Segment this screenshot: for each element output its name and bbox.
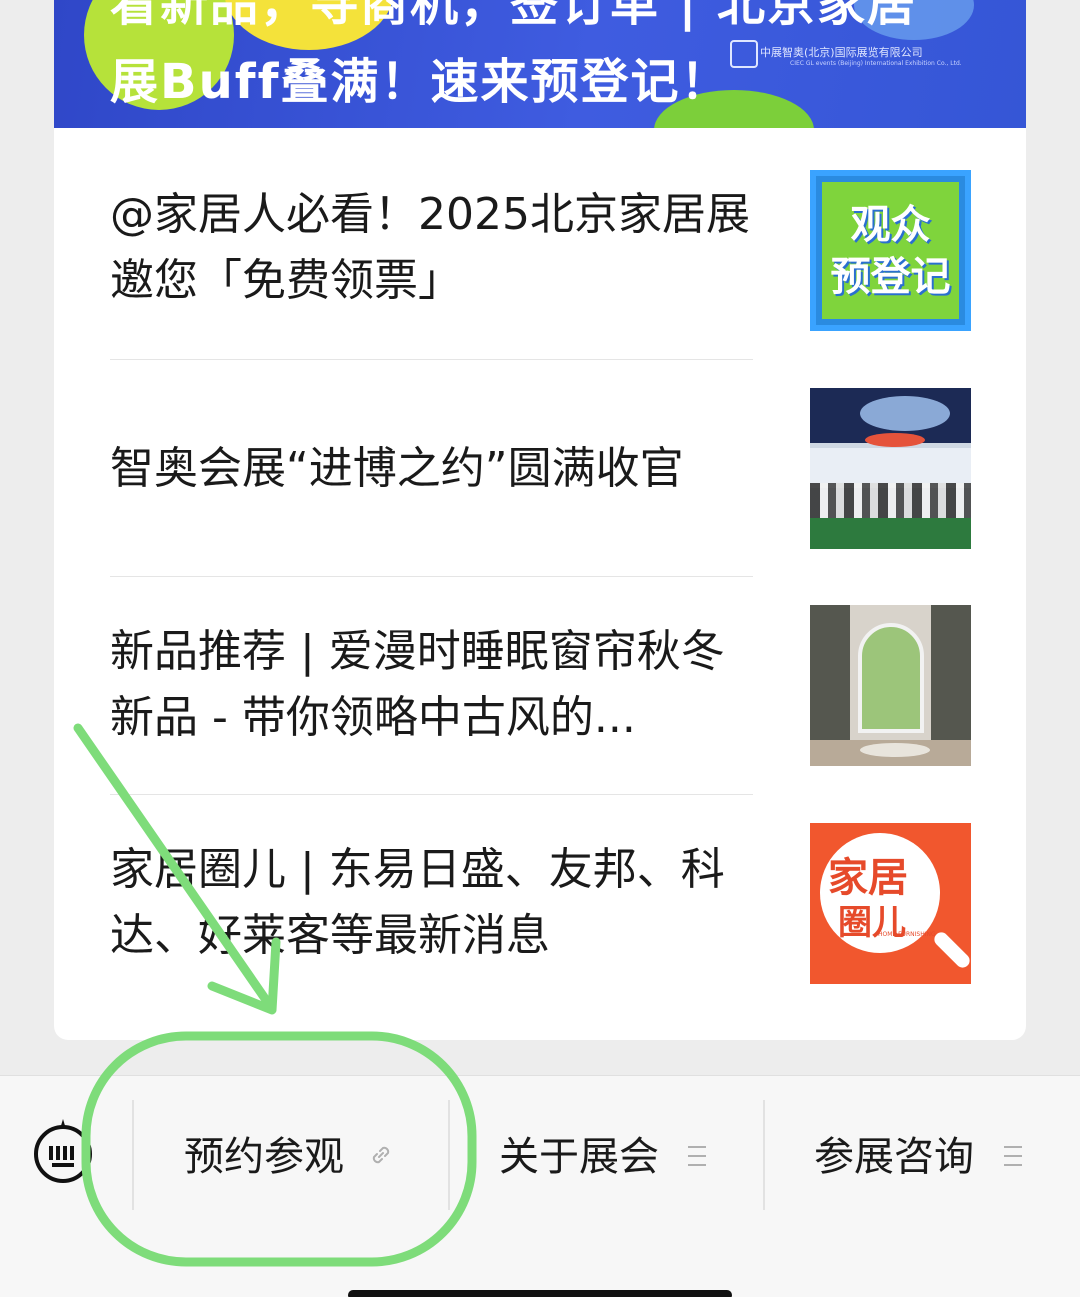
menu-separator	[132, 1100, 134, 1210]
keyboard-icon-part	[52, 1163, 74, 1167]
banner-organizer-en: CIEC GL events (Beijing) International E…	[790, 60, 962, 67]
article-card: 看新品，寻商机，签订单 | 北京家居 展Buff叠满！速来预登记！ 中展智奥(北…	[54, 0, 1026, 1040]
menu-separator	[448, 1100, 450, 1210]
article-thumbnail: 观众 预登记	[810, 170, 971, 331]
submenu-icon	[688, 1146, 706, 1166]
photo-part	[860, 743, 930, 757]
article-thumbnail	[810, 605, 971, 766]
menu-separator	[763, 1100, 765, 1210]
wechat-official-account-page: 看新品，寻商机，签订单 | 北京家居 展Buff叠满！速来预登记！ 中展智奥(北…	[0, 0, 1080, 1297]
article-title: 新品推荐 | 爱漫时睡眠窗帘秋冬新品 - 带你领略中古风的...	[110, 626, 725, 743]
thumbnail-text: HOME FURNISHING	[878, 931, 936, 938]
article-item[interactable]: 新品推荐 | 爱漫时睡眠窗帘秋冬新品 - 带你领略中古风的...	[110, 595, 971, 813]
link-icon	[372, 1146, 390, 1164]
photo-part	[860, 396, 950, 431]
divider	[110, 794, 753, 795]
photo-part	[810, 448, 971, 488]
article-thumbnail	[810, 388, 971, 549]
article-title: 家居圈儿 | 东易日盛、友邦、科达、好莱客等最新消息	[110, 844, 725, 961]
article-item[interactable]: @家居人必看！2025北京家居展邀您「免费领票」 观众 预登记	[110, 160, 971, 378]
thumbnail-text: 预登记	[830, 254, 951, 300]
article-title: @家居人必看！2025北京家居展邀您「免费领票」	[110, 189, 750, 306]
photo-part	[865, 433, 925, 447]
banner-title-line1: 看新品，寻商机，签订单 | 北京家居	[110, 0, 917, 32]
menu-item-book-visit[interactable]: 预约参观	[184, 1130, 344, 1184]
menu-item-exhibit-inquiry[interactable]: 参展咨询	[814, 1130, 974, 1184]
keyboard-icon[interactable]	[34, 1119, 92, 1183]
magnifier-handle	[931, 929, 971, 971]
article-title: 智奥会展“进博之约”圆满收官	[110, 443, 684, 494]
article-item[interactable]: 家居圈儿 | 东易日盛、友邦、科达、好莱客等最新消息 家居 圈儿 HOME FU…	[110, 813, 971, 1031]
banner-article[interactable]: 看新品，寻商机，签订单 | 北京家居 展Buff叠满！速来预登记！ 中展智奥(北…	[54, 0, 1026, 128]
keyboard-icon-part	[49, 1146, 77, 1160]
banner-title-line2: 展Buff叠满！速来预登记！	[110, 54, 731, 110]
article-item[interactable]: 智奥会展“进博之约”圆满收官	[110, 378, 971, 596]
divider	[110, 359, 753, 360]
photo-part	[858, 623, 924, 733]
bottom-menu-bar	[0, 1075, 1080, 1297]
thumbnail-text: 观众	[850, 202, 931, 248]
banner-organizer: 中展智奥(北京)国际展览有限公司	[760, 46, 923, 59]
home-indicator	[348, 1290, 732, 1297]
menu-item-about-expo[interactable]: 关于展会	[499, 1130, 659, 1184]
divider	[110, 576, 753, 577]
photo-part	[810, 518, 971, 549]
submenu-icon	[1004, 1146, 1022, 1166]
article-thumbnail: 家居 圈儿 HOME FURNISHING	[810, 823, 971, 984]
organizer-logo-icon	[730, 40, 758, 68]
